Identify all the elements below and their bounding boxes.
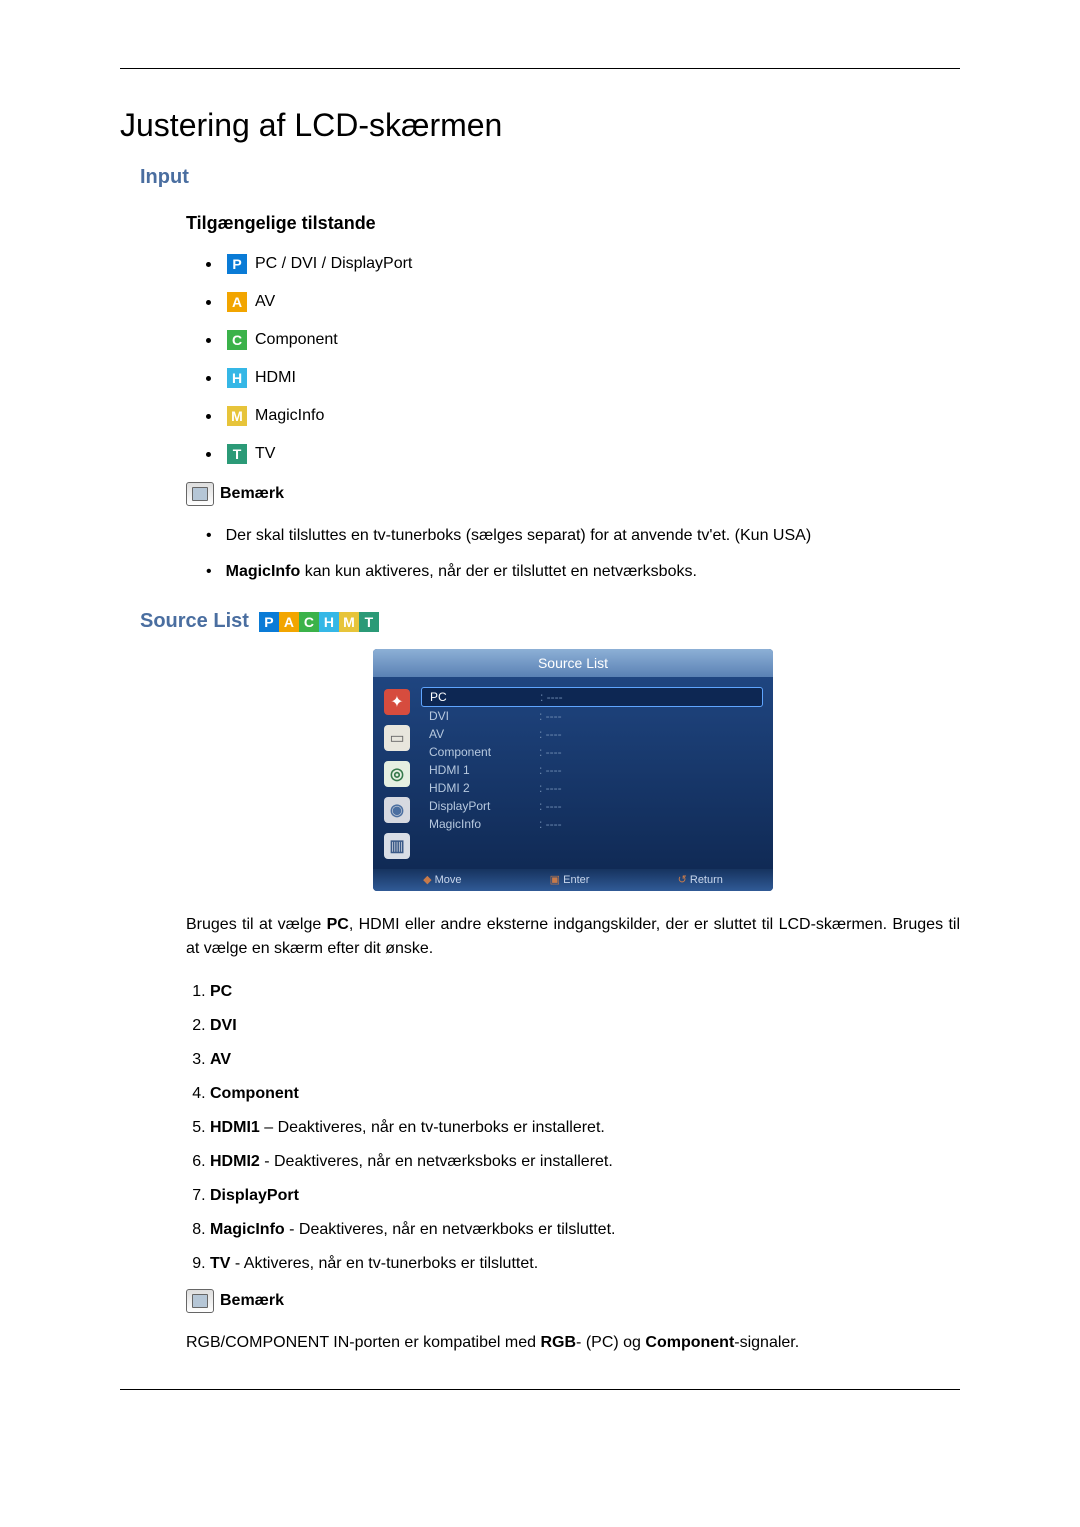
mode-p-icon: P [227,254,247,274]
mode-item-av: A AV [206,292,960,312]
mode-item-magicinfo: M MagicInfo [206,406,960,426]
mode-list: P PC / DVI / DisplayPort A AV C Componen… [206,254,960,464]
mode-item-component: C Component [206,330,960,350]
mode-c-label: Component [255,331,338,349]
note-label: Bemærk [220,485,284,503]
mode-h-icon: H [227,368,247,388]
osd-side-icon-5: ▥ [384,833,410,859]
osd-footer: ◆ Move ▣ Enter ↺ Return [373,869,773,891]
osd-side-icon-3: ◎ [384,761,410,787]
osd-side-icon-4: ◉ [384,797,410,823]
note-icon [186,482,214,506]
osd-title: Source List [373,649,773,677]
list-item: TV - Aktiveres, når en tv-tunerboks er t… [210,1255,960,1273]
mode-item-pc: P PC / DVI / DisplayPort [206,254,960,274]
mode-item-hdmi: H HDMI [206,368,960,388]
osd-row: HDMI 1: ---- [421,761,763,779]
list-item: HDMI2 - Deaktiveres, når en netværksboks… [210,1153,960,1171]
osd-row: DVI: ---- [421,707,763,725]
strip-m-icon: M [339,612,359,632]
list-item: HDMI1 ‒ Deaktiveres, når en tv-tunerboks… [210,1119,960,1137]
osd-side-icon-2: ▭ [384,725,410,751]
list-item: DVI [210,1017,960,1035]
source-numbered-list: PC DVI AV Component HDMI1 ‒ Deaktiveres,… [210,983,960,1273]
mode-h-label: HDMI [255,369,296,387]
osd-row: AV: ---- [421,725,763,743]
mode-m-icon: M [227,406,247,426]
note2-text: RGB/COMPONENT IN-porten er kompatibel me… [186,1331,960,1355]
mode-p-label: PC / DVI / DisplayPort [255,255,412,273]
osd-screenshot: Source List ✦ ▭ ◎ ◉ ▥ PC: ---- DVI: ----… [373,649,773,891]
mode-a-icon: A [227,292,247,312]
top-rule [120,68,960,69]
osd-row: MagicInfo: ---- [421,815,763,833]
strip-t-icon: T [359,612,379,632]
page-title: Justering af LCD-skærmen [120,107,960,144]
mode-a-label: AV [255,293,275,311]
note-bullet-2: MagicInfo kan kun aktiveres, når der er … [206,560,960,584]
strip-c-icon: C [299,612,319,632]
osd-row: Component: ---- [421,743,763,761]
mode-m-label: MagicInfo [255,407,324,425]
osd-side-icon-1: ✦ [384,689,410,715]
modes-heading: Tilgængelige tilstande [186,213,960,234]
strip-p-icon: P [259,612,279,632]
mode-item-tv: T TV [206,444,960,464]
mode-t-label: TV [255,445,275,463]
bottom-rule [120,1389,960,1390]
section-input: Input [140,166,960,189]
osd-sidebar: ✦ ▭ ◎ ◉ ▥ [373,683,421,869]
list-item: Component [210,1085,960,1103]
osd-row: PC: ---- [421,687,763,707]
note-icon [186,1289,214,1313]
osd-list: PC: ---- DVI: ---- AV: ---- Component: -… [421,683,773,869]
source-description: Bruges til at vælge PC, HDMI eller andre… [186,913,960,961]
strip-h-icon: H [319,612,339,632]
osd-row: DisplayPort: ---- [421,797,763,815]
note-label-2: Bemærk [220,1292,284,1310]
note-bullet-1: Der skal tilsluttes en tv-tunerboks (sæl… [206,524,960,548]
source-list-heading: Source List [140,610,249,633]
list-item: PC [210,983,960,1001]
note-bullets: Der skal tilsluttes en tv-tunerboks (sæl… [206,524,960,584]
list-item: AV [210,1051,960,1069]
strip-a-icon: A [279,612,299,632]
list-item: DisplayPort [210,1187,960,1205]
source-icon-strip: P A C H M T [259,612,379,632]
list-item: MagicInfo - Deaktiveres, når en netværkb… [210,1221,960,1239]
mode-c-icon: C [227,330,247,350]
osd-row: HDMI 2: ---- [421,779,763,797]
mode-t-icon: T [227,444,247,464]
